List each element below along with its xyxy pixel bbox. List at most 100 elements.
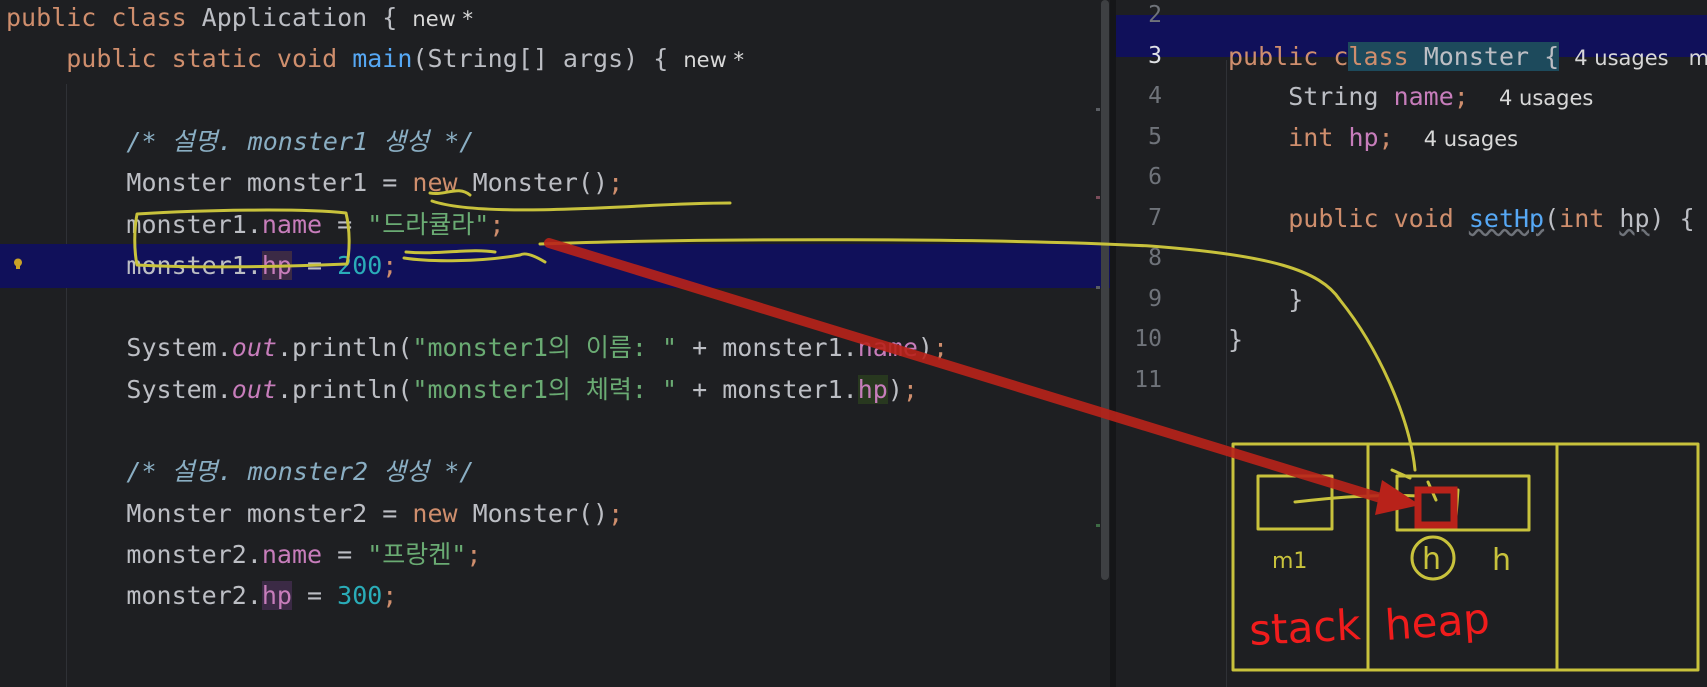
scroll-marker (1096, 524, 1100, 527)
code-line[interactable]: System.out.println("monster1의 이름: " + mo… (0, 326, 1110, 370)
code-token: monster2. (6, 581, 262, 611)
code-token: ; (489, 209, 505, 239)
code-line[interactable]: monster2.name = "프랑켄"; (0, 533, 1110, 577)
code-token: public void (1288, 203, 1469, 233)
code-token: ; (382, 250, 398, 280)
line-number: 7 (1148, 204, 1162, 231)
code-token: ; (902, 374, 918, 404)
code-token: ) { (1649, 203, 1695, 233)
code-line[interactable]: } (1228, 320, 1707, 360)
code-token: Monster monster2 = (6, 498, 413, 528)
code-token: = (291, 581, 338, 611)
code-token: monster1. (6, 209, 262, 239)
inlay-hint[interactable]: 4 usages (1424, 127, 1518, 151)
code-token: hp (1619, 203, 1650, 233)
code-token: hp (261, 581, 292, 611)
code-token: ; (932, 333, 949, 363)
code-token: 200 (337, 250, 383, 280)
code-line[interactable] (1228, 239, 1707, 279)
code-token: "monster1의 이름: " (412, 333, 678, 363)
code-token: out (231, 374, 277, 404)
line-number: 11 (1134, 366, 1162, 393)
lightbulb-icon[interactable] (13, 258, 23, 270)
code-line[interactable]: monster1.hp = 200; (0, 243, 1110, 288)
code-token: public static void (66, 44, 353, 74)
code-line[interactable]: Monster monster2 = new Monster(); (0, 492, 1110, 536)
code-token: name (1393, 82, 1454, 111)
code-line[interactable]: int hp; 4 usages (1228, 118, 1707, 158)
code-token: System. (6, 333, 232, 363)
code-token: ; (382, 581, 398, 611)
code-line[interactable] (0, 79, 1110, 123)
scroll-marker (1096, 108, 1100, 111)
code-line[interactable]: public void setHp(int hp) { (1228, 199, 1707, 239)
code-token: monster1. (6, 250, 262, 280)
code-token: setHp (1468, 203, 1545, 233)
inlay-hint[interactable]: new * (683, 48, 744, 72)
inlay-hint[interactable]: 4 usages m (1574, 46, 1707, 70)
inlay-hint[interactable]: new * (412, 7, 473, 31)
scroll-marker (1096, 286, 1100, 289)
code-line[interactable] (0, 285, 1110, 329)
code-token: .println( (276, 333, 413, 363)
indent-guide (1226, 60, 1227, 687)
line-number: 8 (1148, 245, 1162, 271)
code-token: ( (1544, 203, 1560, 233)
code-token: hp (261, 250, 292, 280)
code-token: hp (857, 374, 888, 404)
code-token: int (1288, 122, 1349, 152)
code-token: Monster() (472, 498, 609, 528)
code-token: name (857, 333, 918, 363)
line-number: 9 (1148, 285, 1162, 312)
code-token: ; (1453, 82, 1469, 111)
code-line[interactable]: /* 설명. monster1 생성 */ (0, 120, 1110, 164)
right-editor-pane[interactable]: 2 3 4 5 6 7 8 9 10 11 public class Monster { 4 us… (1116, 0, 1707, 687)
code-token: "프랑켄" (367, 539, 467, 569)
code-line[interactable] (1228, 158, 1707, 198)
line-number: 5 (1148, 123, 1162, 150)
code-token: } (1228, 284, 1304, 314)
code-token: + monster1. (677, 333, 858, 363)
code-line[interactable] (0, 409, 1110, 453)
code-token: ) (917, 333, 933, 363)
code-line[interactable]: monster2.hp = 300; (0, 574, 1110, 618)
code-token: Application (201, 3, 368, 32)
left-scrollbar[interactable] (1101, 0, 1109, 580)
code-token: (String[] args) { (412, 44, 684, 74)
code-token: name (261, 209, 323, 239)
code-line[interactable]: public static void main(String[] args) {… (0, 37, 1110, 81)
code-line[interactable] (1228, 361, 1707, 401)
inlay-hint[interactable]: 4 usages (1499, 86, 1593, 110)
code-token: ; (608, 168, 624, 198)
code-token: ; (1378, 122, 1394, 152)
code-token: = (291, 250, 338, 280)
code-line[interactable]: String name; 4 usages (1228, 77, 1707, 117)
code-line[interactable]: monster1.name = "드라큘라"; (0, 203, 1110, 247)
line-number: 2 (1148, 2, 1162, 28)
code-token: new (412, 168, 473, 198)
left-editor-pane[interactable]: public class Application { new * public … (0, 0, 1110, 687)
code-token: "드라큘라" (367, 209, 490, 239)
code-line[interactable]: Monster monster1 = new Monster(); (0, 161, 1110, 205)
scroll-marker (1096, 196, 1100, 199)
code-token: hp (1348, 122, 1379, 152)
line-number: 10 (1134, 326, 1162, 352)
code-token: public c (1228, 41, 1349, 71)
code-line[interactable]: public class Application { new * (0, 0, 1110, 40)
code-token: /* 설명. monster1 생성 */ (126, 126, 475, 156)
code-line[interactable] (1228, 0, 1707, 36)
code-token: ; (608, 498, 624, 528)
code-line[interactable]: } (1228, 280, 1707, 320)
code-token: } (1228, 325, 1244, 354)
code-token: Monster { (1423, 41, 1560, 71)
code-token: /* 설명. monster2 생성 */ (126, 457, 475, 487)
code-line[interactable]: System.out.println("monster1의 체력: " + mo… (0, 368, 1110, 412)
code-line[interactable]: /* 설명. monster2 생성 */ (0, 450, 1110, 494)
code-line[interactable]: public class Monster { 4 usages m (1228, 37, 1707, 77)
